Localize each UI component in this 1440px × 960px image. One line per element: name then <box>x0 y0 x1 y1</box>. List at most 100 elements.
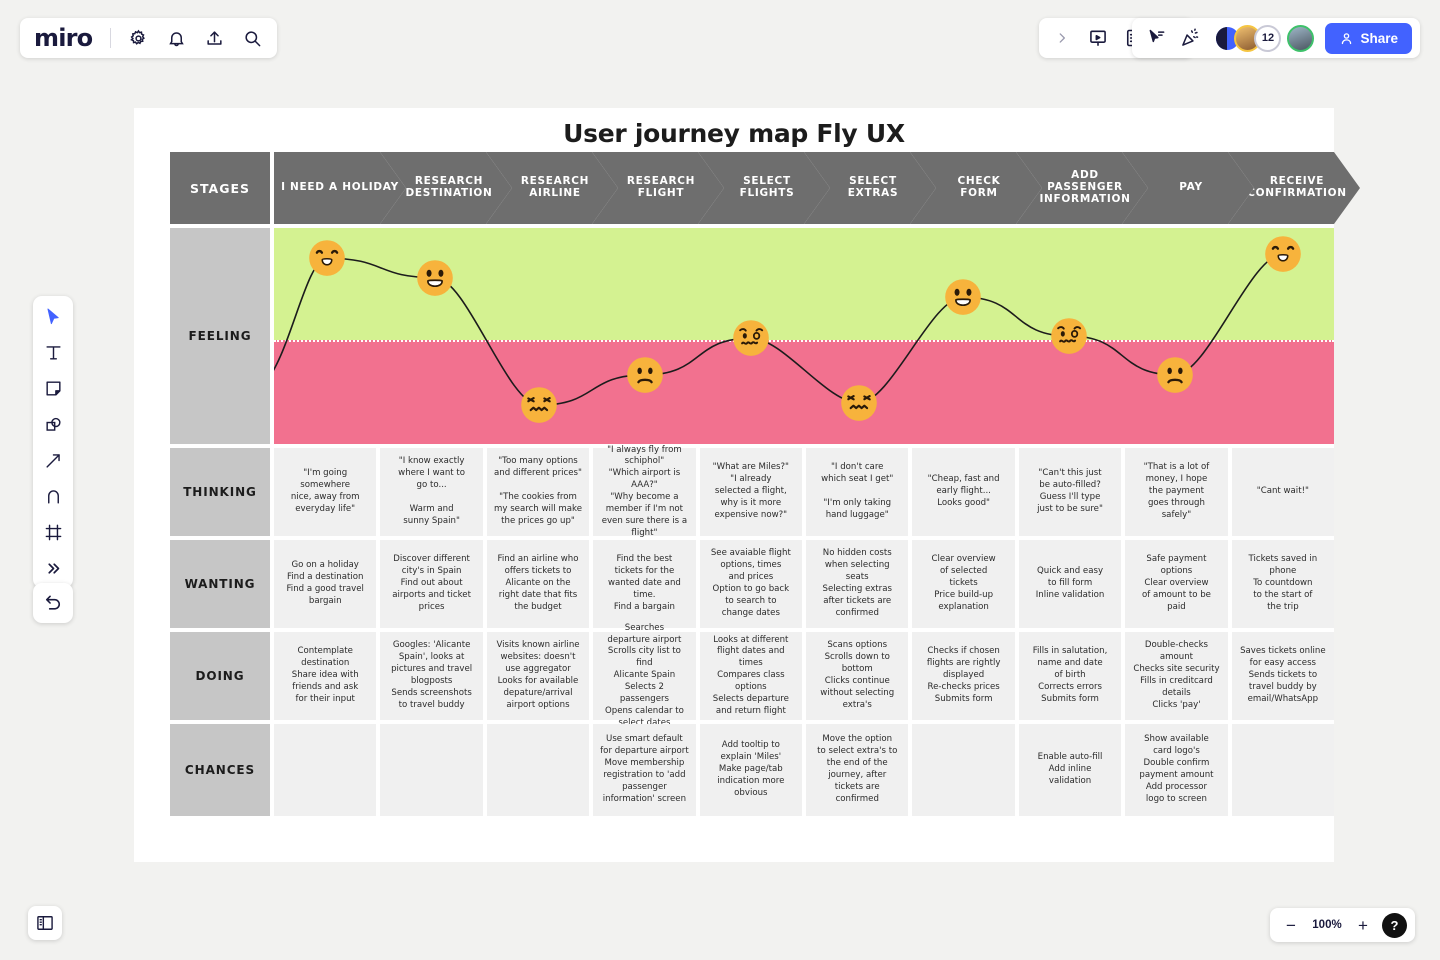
feeling-row: FEELING <box>170 228 1334 444</box>
zoom-in-button[interactable]: + <box>1356 917 1370 934</box>
stage-label: CHECK FORM <box>957 175 1001 199</box>
bell-icon[interactable] <box>165 27 187 49</box>
cursor-share-icon[interactable] <box>1146 27 1168 49</box>
journey-cell[interactable]: Find an airline who offers tickets to Al… <box>486 540 590 628</box>
journey-cell[interactable]: Saves tickets online for easy access Sen… <box>1231 632 1335 720</box>
miro-logo[interactable]: miro <box>34 26 94 50</box>
journey-cell[interactable]: "Cheap, fast and early flight... Looks g… <box>912 448 1015 536</box>
journey-cell-empty[interactable] <box>1231 724 1335 816</box>
text-icon[interactable] <box>41 340 65 364</box>
stage-chevron[interactable]: I NEED A HOLIDAY <box>274 152 406 224</box>
gear-icon[interactable] <box>127 27 149 49</box>
miro-board-app: miro 12 Share − 100% + ? User journey ma… <box>0 0 1440 960</box>
journey-cell[interactable]: "Cant wait!" <box>1231 448 1335 536</box>
journey-cell[interactable]: Show available card logo's Double confir… <box>1125 724 1228 816</box>
collaborator-count-badge[interactable]: 12 <box>1254 24 1282 52</box>
journey-map-grid: STAGES I NEED A HOLIDAY RESEARCH DESTINAT… <box>170 152 1334 816</box>
journey-cell[interactable]: "I know exactly where I want to go to...… <box>380 448 483 536</box>
journey-cell[interactable]: Double-checks amount Checks site securit… <box>1125 632 1228 720</box>
frame-icon[interactable] <box>41 520 65 544</box>
sticky-note-icon[interactable] <box>41 376 65 400</box>
journey-cell[interactable]: Googles: 'Alicante Spain', looks at pict… <box>380 632 483 720</box>
stage-label: SELECT EXTRAS <box>847 175 899 199</box>
emotion-emoji-frowning-face[interactable] <box>1156 356 1194 394</box>
journey-cell[interactable]: Scans options Scrolls down to bottom Cli… <box>806 632 909 720</box>
journey-cell[interactable]: Searches departure airport Scrolls city … <box>593 623 696 728</box>
journey-cell[interactable]: "I don't care which seat I get" "I'm onl… <box>806 448 909 536</box>
journey-cell-empty[interactable] <box>274 724 377 816</box>
stage-label: PAY <box>1179 181 1203 194</box>
journey-cell[interactable]: "Can't this just be auto-filled? Guess I… <box>1018 448 1122 536</box>
stage-chevrons: I NEED A HOLIDAY RESEARCH DESTINATION RESE… <box>274 152 1334 224</box>
emotion-emoji-smiling-face[interactable] <box>416 259 454 297</box>
shapes-icon[interactable] <box>41 412 65 436</box>
party-popper-icon[interactable] <box>1179 27 1201 49</box>
pen-icon[interactable] <box>41 484 65 508</box>
avatar[interactable] <box>1287 24 1315 52</box>
journey-cell[interactable]: No hidden costs when selecting seats Sel… <box>806 540 909 628</box>
zoom-controls: − 100% + ? <box>1270 908 1415 942</box>
wanting-row: WANTING Go on a holiday Find a destinati… <box>170 540 1335 628</box>
journey-cell[interactable]: Looks at different flight dates and time… <box>699 632 803 720</box>
journey-cell[interactable]: "I'm going somewhere nice, away from eve… <box>274 448 377 536</box>
journey-cell[interactable]: Contemplate destination Share idea with … <box>274 632 377 720</box>
collaborator-avatars: 12 <box>1214 24 1315 52</box>
journey-cell[interactable]: "Too many options and different prices" … <box>486 448 590 536</box>
journey-cell[interactable]: Move the option to select extra's to the… <box>806 724 909 816</box>
journey-cell[interactable]: Fills in salutation, name and date of bi… <box>1018 632 1122 720</box>
journey-cell[interactable]: Use smart default for departure airport … <box>593 724 696 816</box>
emotion-emoji-woozy-face[interactable] <box>1050 317 1088 355</box>
help-button[interactable]: ? <box>1382 912 1407 938</box>
select-cursor-icon[interactable] <box>41 304 65 328</box>
chevron-right-icon[interactable] <box>1051 27 1073 49</box>
zoom-out-button[interactable]: − <box>1284 917 1298 934</box>
stage-label: SELECT FLIGHTS <box>739 175 795 199</box>
journey-cell[interactable]: "That is a lot of money, I hope the paym… <box>1125 448 1228 536</box>
journey-cell[interactable]: "I always fly from schiphol" "Which airp… <box>593 445 696 538</box>
journey-cell[interactable]: Find the best tickets for the wanted dat… <box>593 540 696 628</box>
share-button[interactable]: Share <box>1325 22 1412 54</box>
search-icon[interactable] <box>241 27 263 49</box>
emotion-emoji-smiling-face[interactable] <box>944 278 982 316</box>
journey-cell[interactable]: Tickets saved in phone To countdown to t… <box>1231 540 1335 628</box>
emotion-emoji-grinning-squinting-face[interactable] <box>1264 235 1302 273</box>
journey-cell[interactable]: "What are Miles?" "I already selected a … <box>699 448 803 536</box>
left-toolbar <box>33 296 73 588</box>
journey-map-board: User journey map Fly UX STAGES I NEED A … <box>134 108 1334 862</box>
journey-cell[interactable]: Enable auto-fill Add inline validation <box>1018 724 1122 816</box>
row-header-stages: STAGES <box>170 152 270 224</box>
arrow-icon[interactable] <box>41 448 65 472</box>
journey-cell-empty[interactable] <box>912 724 1015 816</box>
journey-cell-empty[interactable] <box>380 724 483 816</box>
emotion-emoji-woozy-face[interactable] <box>732 319 770 357</box>
top-right-toolbar-collab: 12 Share <box>1132 18 1420 58</box>
emotion-emoji-grinning-squinting-face[interactable] <box>308 239 346 277</box>
zoom-level-value[interactable]: 100% <box>1310 919 1344 931</box>
upload-icon[interactable] <box>203 27 225 49</box>
emotion-curve-chart <box>274 228 1334 444</box>
stage-label: RESEARCH DESTINATION <box>405 175 493 199</box>
journey-cell-empty[interactable] <box>486 724 590 816</box>
journey-cell[interactable]: Visits known airline websites: doesn't u… <box>486 632 590 720</box>
more-tools-icon[interactable] <box>41 556 65 580</box>
toolbar-divider <box>110 28 112 48</box>
panel-toggle-icon[interactable] <box>28 906 62 940</box>
stage-label: I NEED A HOLIDAY <box>281 181 399 194</box>
row-header-doing: DOING <box>170 632 270 720</box>
journey-cell[interactable]: Discover different city's in Spain Find … <box>380 540 483 628</box>
journey-cell[interactable]: See avaiable flight options, times and p… <box>699 540 803 628</box>
journey-cell[interactable]: Add tooltip to explain 'Miles' Make page… <box>699 724 803 816</box>
emotion-emoji-confounded-face[interactable] <box>520 386 558 424</box>
thinking-cells: "I'm going somewhere nice, away from eve… <box>274 445 1335 538</box>
doing-row: DOING Contemplate destination Share idea… <box>170 623 1335 728</box>
emotion-emoji-frowning-face[interactable] <box>626 356 664 394</box>
presentation-icon[interactable] <box>1087 27 1109 49</box>
journey-cell[interactable]: Go on a holiday Find a destination Find … <box>274 540 377 628</box>
undo-icon[interactable] <box>33 583 73 623</box>
journey-cell[interactable]: Safe payment options Clear overview of a… <box>1125 540 1228 628</box>
journey-cell[interactable]: Checks if chosen flights are rightly dis… <box>912 632 1015 720</box>
journey-cell[interactable]: Clear overview of selected tickets Price… <box>912 540 1015 628</box>
row-header-feeling: FEELING <box>170 228 270 444</box>
journey-cell[interactable]: Quick and easy to fill form Inline valid… <box>1018 540 1122 628</box>
emotion-emoji-confounded-face[interactable] <box>840 384 878 422</box>
